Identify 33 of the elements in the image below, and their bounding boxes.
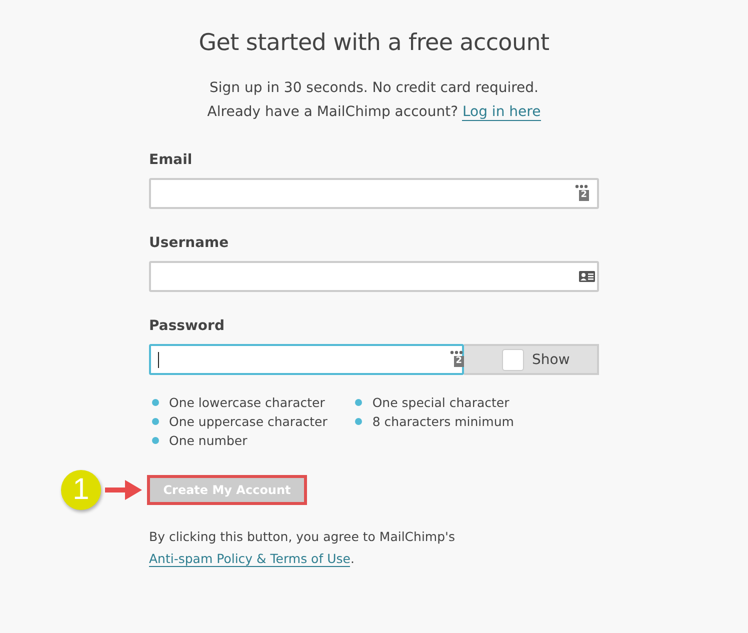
input-field[interactable]: 2 xyxy=(149,178,599,209)
checkbox[interactable] xyxy=(502,348,524,370)
requirement-text: 8 characters minimum xyxy=(372,413,514,431)
field-label: Email xyxy=(149,152,194,168)
requirement-text: One uppercase character xyxy=(169,413,328,431)
bullet-icon xyxy=(152,399,159,406)
contact-card-icon xyxy=(579,271,595,282)
dots-icon xyxy=(575,184,589,189)
login-prompt: Already have a MailChimp account? Log in here xyxy=(207,103,541,123)
show-password-toggle[interactable]: Show xyxy=(464,344,599,375)
show-label: Show xyxy=(532,352,570,368)
requirement-text: One lowercase character xyxy=(169,394,325,412)
requirement-text: One special character xyxy=(372,394,510,412)
agreement-text: By clicking this button, you agree to MailChimp's Anti-spam Policy & Terms of Use. xyxy=(149,528,456,569)
bullet-icon xyxy=(152,418,159,425)
page-title: Get started with a free account xyxy=(198,30,550,56)
pointer-arrow xyxy=(103,479,143,501)
requirement-text: One number xyxy=(169,432,248,450)
subtitle: Sign up in 30 seconds. No credit card required. xyxy=(210,79,538,98)
login-link[interactable]: Log in here xyxy=(462,104,541,121)
dots-icon xyxy=(450,350,464,355)
step-number-badge: 1 xyxy=(61,470,101,510)
input-field[interactable] xyxy=(149,261,599,292)
count-badge: 2 xyxy=(578,190,589,201)
policy-link[interactable]: Anti-spam Policy & Terms of Use xyxy=(149,551,350,567)
text-cursor xyxy=(158,352,159,368)
bullet-icon xyxy=(355,418,362,425)
field-label: Username xyxy=(149,235,230,251)
bullet-icon xyxy=(355,399,362,406)
count-badge: 2 xyxy=(454,356,464,367)
input-field[interactable]: 2 xyxy=(149,344,464,375)
bullet-icon xyxy=(152,437,159,444)
field-label: Password xyxy=(149,318,226,334)
